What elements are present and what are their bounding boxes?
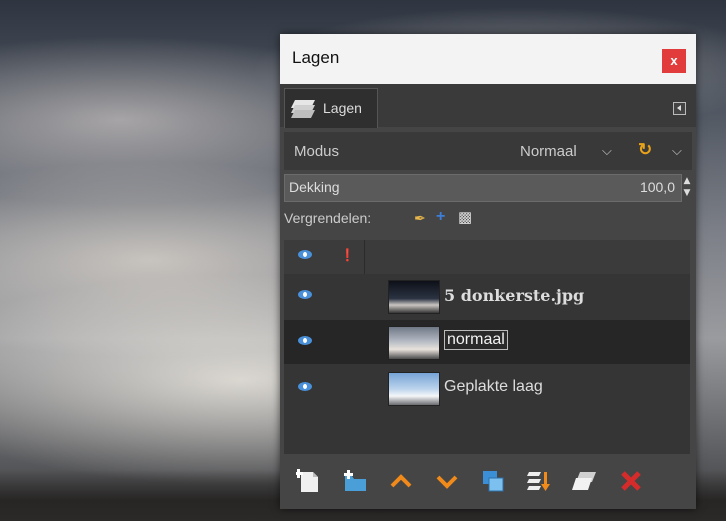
window-title: Lagen <box>292 48 340 67</box>
layer-name: 5 donkerste.jpg <box>444 286 585 305</box>
eye-icon[interactable] <box>298 336 312 345</box>
tab-layers[interactable]: Lagen <box>284 88 378 128</box>
new-layer-icon <box>296 469 318 492</box>
eye-icon[interactable] <box>298 382 312 391</box>
lower-layer-button[interactable] <box>430 464 464 498</box>
lock-position-icon[interactable]: + <box>436 208 445 226</box>
layer-thumbnail <box>388 280 440 314</box>
reset-mode-icon[interactable]: ↻ <box>638 140 652 160</box>
merge-down-button[interactable] <box>522 464 556 498</box>
layer-thumbnail <box>388 326 440 360</box>
opacity-slider[interactable]: Dekking 100,0 <box>284 174 682 202</box>
merge-down-icon <box>527 472 550 491</box>
opacity-value: 100,0 <box>639 179 675 195</box>
mode-label: Modus <box>294 143 340 160</box>
lock-alpha-icon[interactable]: ▩ <box>458 208 472 226</box>
duplicate-layer-icon <box>483 471 504 492</box>
chain-column-icon[interactable]: ❗ <box>340 248 355 262</box>
layers-tab-icon <box>291 100 315 118</box>
layers-list-header: ❗ <box>284 240 690 274</box>
chevron-down-icon[interactable]: ⌵ <box>602 143 612 159</box>
mode-select[interactable]: Normaal <box>520 143 577 160</box>
tab-menu-button[interactable] <box>673 102 686 115</box>
layers-dialog: Lagen x Lagen Modus Normaal ⌵ ↻ ⌵ Dekkin… <box>280 34 696 509</box>
layers-toolbar <box>284 458 692 504</box>
eye-icon[interactable] <box>298 290 312 299</box>
anchor-layer-icon <box>572 472 596 490</box>
title-bar[interactable]: Lagen x <box>280 34 696 84</box>
raise-layer-icon <box>390 474 412 488</box>
layer-name-editor[interactable]: normaal <box>444 330 508 350</box>
layers-list: 5 donkerste.jpg normaal Geplakte laag <box>284 274 690 454</box>
layer-name: Geplakte laag <box>444 378 543 395</box>
column-divider <box>364 240 365 274</box>
chevron-down-icon[interactable]: ⌵ <box>672 143 682 159</box>
mode-row: Modus Normaal ⌵ ↻ ⌵ <box>284 132 692 170</box>
lower-layer-icon <box>436 475 458 489</box>
new-layer-group-button[interactable] <box>338 464 372 498</box>
tab-label: Lagen <box>323 100 362 116</box>
opacity-spinner[interactable]: ▲ ▼ <box>682 175 692 201</box>
anchor-layer-button[interactable] <box>568 464 602 498</box>
raise-layer-button[interactable] <box>384 464 418 498</box>
lock-pixels-icon[interactable]: ✒ <box>414 210 426 227</box>
lock-label: Vergrendelen: <box>284 210 372 226</box>
new-layer-button[interactable] <box>292 464 326 498</box>
opacity-label: Dekking <box>289 179 340 195</box>
tab-bar: Lagen <box>280 84 696 128</box>
duplicate-layer-button[interactable] <box>476 464 510 498</box>
layer-thumbnail <box>388 372 440 406</box>
layer-row[interactable]: normaal <box>284 320 690 364</box>
delete-layer-button[interactable] <box>614 464 648 498</box>
layer-row[interactable]: 5 donkerste.jpg <box>284 274 690 318</box>
close-button[interactable]: x <box>662 49 686 73</box>
visibility-column-icon[interactable] <box>298 250 312 259</box>
new-layer-group-icon <box>344 470 366 491</box>
layer-row[interactable]: Geplakte laag <box>284 366 690 410</box>
delete-layer-icon <box>621 471 641 491</box>
